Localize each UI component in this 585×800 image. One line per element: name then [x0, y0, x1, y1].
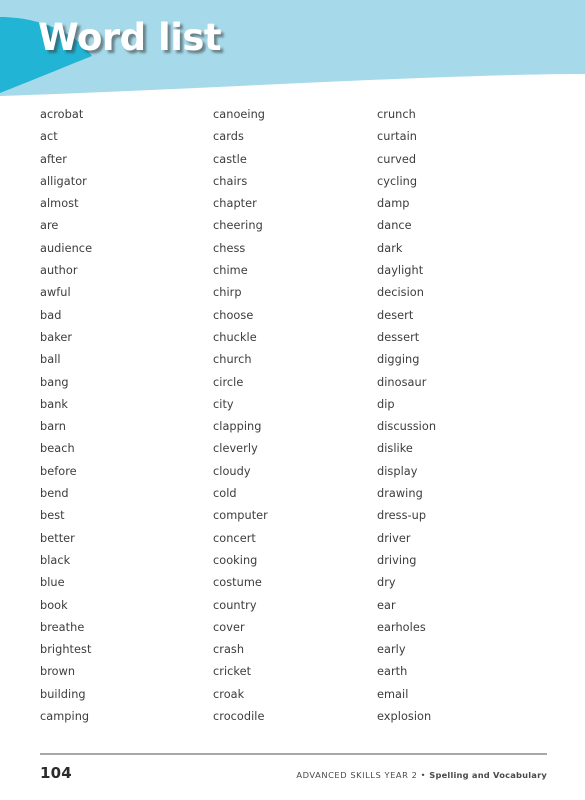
word-item: desert — [377, 308, 414, 322]
word-item: crash — [213, 643, 245, 657]
word-item: explosion — [377, 710, 432, 724]
word-item: cold — [213, 487, 237, 501]
word-item: book — [40, 598, 68, 612]
word-list-column-2: canoeing cards castle chairs chapter che… — [213, 104, 377, 728]
word-item: clapping — [213, 420, 262, 434]
footer-source-series: ADVANCED SKILLS YEAR 2 • — [296, 770, 430, 780]
page-footer: 104 ADVANCED SKILLS YEAR 2 • Spelling an… — [40, 753, 547, 793]
word-item: act — [40, 130, 58, 144]
word-item: chess — [213, 241, 246, 255]
word-item: castle — [213, 152, 247, 166]
word-item: alligator — [40, 174, 87, 188]
footer-source-subject: Spelling and Vocabulary — [429, 770, 547, 780]
word-item: beach — [40, 442, 75, 456]
word-item: after — [40, 152, 67, 166]
word-item: breathe — [40, 620, 85, 634]
word-item: brown — [40, 665, 76, 679]
word-item: almost — [40, 197, 79, 211]
word-item: city — [213, 397, 234, 411]
page-title: Word list — [38, 16, 222, 59]
word-item: computer — [213, 509, 268, 523]
word-item: concert — [213, 531, 256, 545]
word-item: drawing — [377, 487, 423, 501]
word-item: canoeing — [213, 108, 266, 121]
word-item: dress-up — [377, 509, 427, 523]
word-item: cloudy — [213, 464, 251, 478]
word-item: author — [40, 264, 78, 278]
word-item: crocodile — [213, 710, 265, 724]
word-item: bang — [40, 375, 69, 389]
word-item: cooking — [213, 553, 258, 567]
word-item: cleverly — [213, 442, 258, 456]
word-list: acrobat act after alligator almost are a… — [0, 104, 585, 728]
word-item: chuckle — [213, 330, 257, 344]
word-item: baker — [40, 330, 73, 344]
word-item: chime — [213, 264, 248, 278]
word-item: curtain — [377, 130, 418, 144]
word-item: dark — [377, 241, 403, 255]
word-item: ear — [377, 598, 396, 612]
word-item: dance — [377, 219, 412, 233]
word-item: ball — [40, 353, 61, 367]
word-item: black — [40, 553, 71, 567]
word-list-column-3: crunch curtain curved cycling damp dance… — [377, 104, 547, 728]
word-item: croak — [213, 687, 245, 701]
footer-source-line: ADVANCED SKILLS YEAR 2 • Spelling and Vo… — [296, 770, 547, 780]
word-item: discussion — [377, 420, 437, 434]
word-item: decision — [377, 286, 424, 300]
word-item: earth — [377, 665, 408, 679]
word-item: circle — [213, 375, 244, 389]
word-item: cricket — [213, 665, 252, 679]
word-item: building — [40, 687, 86, 701]
word-item: chapter — [213, 197, 257, 211]
word-item: driving — [377, 553, 417, 567]
word-item: cycling — [377, 174, 418, 188]
word-item: chirp — [213, 286, 242, 300]
word-item: audience — [40, 241, 93, 255]
word-item: email — [377, 687, 409, 701]
page-number: 104 — [40, 764, 72, 782]
word-item: bank — [40, 397, 68, 411]
word-item: barn — [40, 420, 66, 434]
word-item: early — [377, 643, 406, 657]
word-item: are — [40, 219, 59, 233]
word-item: dry — [377, 576, 396, 590]
word-item: acrobat — [40, 108, 84, 121]
word-item: daylight — [377, 264, 424, 278]
word-item: bend — [40, 487, 69, 501]
footer-row: 104 ADVANCED SKILLS YEAR 2 • Spelling an… — [40, 764, 547, 782]
word-item: driver — [377, 531, 411, 545]
word-item: cover — [213, 620, 245, 634]
word-item: dessert — [377, 330, 420, 344]
word-item: choose — [213, 308, 254, 322]
word-item: cards — [213, 130, 244, 144]
word-list-column-1: acrobat act after alligator almost are a… — [40, 104, 213, 728]
word-item: damp — [377, 197, 410, 211]
word-item: display — [377, 464, 418, 478]
word-item: costume — [213, 576, 262, 590]
word-item: brightest — [40, 643, 92, 657]
word-item: awful — [40, 286, 71, 300]
word-item: bad — [40, 308, 62, 322]
word-item: country — [213, 598, 257, 612]
word-item: church — [213, 353, 252, 367]
footer-divider — [40, 753, 547, 755]
word-item: dislike — [377, 442, 413, 456]
word-item: camping — [40, 710, 90, 724]
word-item: digging — [377, 353, 420, 367]
word-item: dip — [377, 397, 395, 411]
word-item: curved — [377, 152, 417, 166]
word-item: better — [40, 531, 75, 545]
word-item: before — [40, 464, 77, 478]
page-header: Word list — [0, 0, 585, 100]
word-item: crunch — [377, 108, 416, 121]
word-item: cheering — [213, 219, 263, 233]
word-item: best — [40, 509, 65, 523]
word-item: dinosaur — [377, 375, 427, 389]
word-item: chairs — [213, 174, 248, 188]
word-item: blue — [40, 576, 65, 590]
word-item: earholes — [377, 620, 426, 634]
